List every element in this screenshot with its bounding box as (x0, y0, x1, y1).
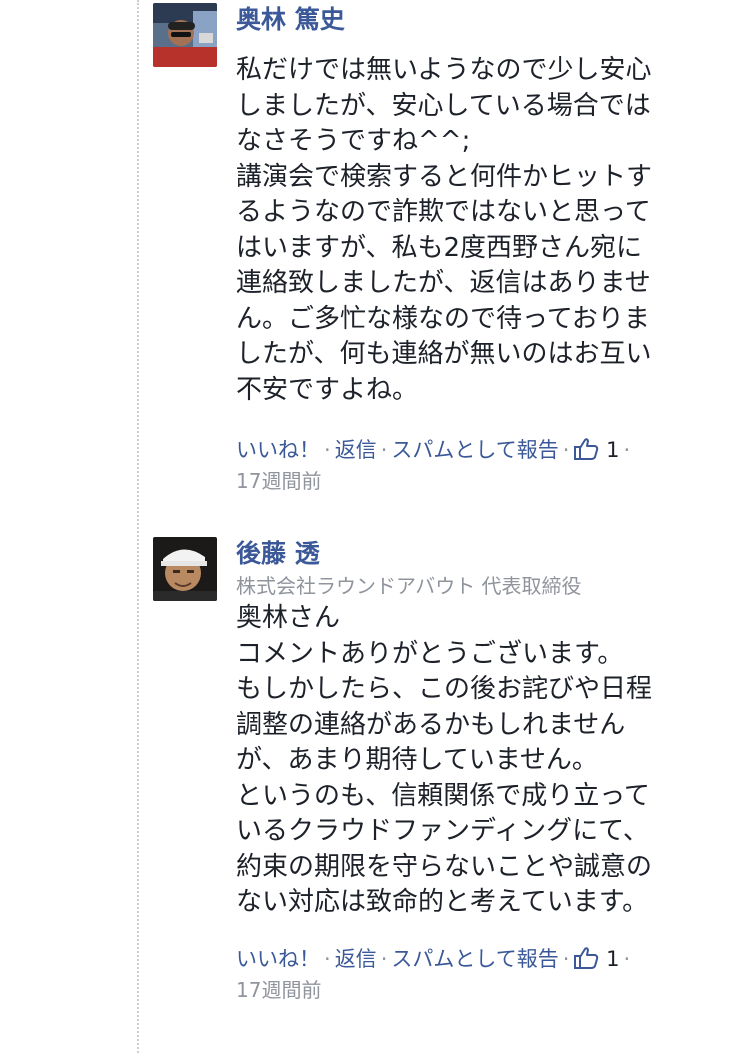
author-subtitle: 株式会社ラウンドアバウト 代表取締役 (236, 574, 582, 598)
reply-link[interactable]: 返信 (335, 438, 377, 462)
comment-timestamp[interactable]: 17週間前 (236, 975, 739, 1005)
report-spam-link[interactable]: スパムとして報告 (391, 438, 558, 462)
like-link[interactable]: いいね！ (236, 947, 320, 971)
separator: · (324, 946, 331, 971)
like-count[interactable]: 1 (606, 438, 619, 462)
reply-link[interactable]: 返信 (335, 947, 377, 971)
avatar[interactable] (153, 537, 217, 601)
comment-line: ない対応は致命的と考えています。 (236, 887, 649, 917)
comment-line: しましたが、安心している場合では (236, 90, 651, 121)
comment-line: 不安ですよね。 (236, 374, 419, 405)
avatar[interactable] (153, 3, 217, 67)
comment-text: 私だけでは無いようなので少し安心 しましたが、安心している場合では なさそうです… (236, 53, 739, 408)
comment-line: 連絡致しましたが、返信はありませ (236, 268, 651, 298)
comment-line: 約束の期限を守らないことや誠意の (236, 851, 653, 882)
comment-line: るようなので詐欺ではないと思って (236, 197, 651, 227)
comment-line: というのも、信頼関係で成り立って (236, 780, 650, 811)
report-spam-link[interactable]: スパムとして報告 (391, 947, 558, 971)
comment-line: いるクラウドファンディングにて、 (236, 816, 649, 846)
separator: · (324, 438, 331, 462)
comment-author[interactable]: 奥林 篤史 (236, 3, 739, 37)
comment-actions: いいね！ · 返信 · スパムとして報告 · 1 · (236, 434, 739, 466)
comment-line: もしかしたら、この後お詫びや日程 (236, 674, 653, 704)
comment-body: 後藤 透 株式会社ラウンドアバウト 代表取締役 奥林さん コメントありがとうござ… (236, 537, 739, 1005)
comment-body: 奥林 篤史 私だけでは無いようなので少し安心 しましたが、安心している場合では … (236, 3, 739, 496)
comment-line: が、あまり期待していません。 (236, 745, 598, 775)
comment-author[interactable]: 後藤 透 (236, 537, 739, 571)
comment-line: ん。ご多忙な様なので待っておりま (236, 303, 650, 334)
separator: · (380, 438, 388, 462)
comment-line: なさそうですね^^; (236, 126, 471, 156)
separator: · (562, 946, 570, 971)
thumbs-up-icon[interactable] (573, 437, 599, 470)
like-link[interactable]: いいね！ (236, 438, 320, 462)
separator: · (380, 946, 388, 971)
comment-line: 調整の連絡があるかもしれません (236, 709, 626, 740)
comment-line: したが、何も連絡が無いのはお互い (236, 339, 652, 369)
thread-indent-line (137, 0, 139, 1053)
separator: · (562, 438, 570, 462)
separator: · (623, 438, 631, 462)
comment-actions: いいね！ · 返信 · スパムとして報告 · 1 · (236, 943, 739, 975)
like-count[interactable]: 1 (606, 947, 619, 971)
comment-line: 私だけでは無いようなので少し安心 (236, 55, 652, 85)
comment-text: 奥林さん コメントありがとうございます。 もしかしたら、この後お詫びや日程 調整… (236, 601, 739, 921)
comment-timestamp[interactable]: 17週間前 (236, 466, 739, 496)
comment-line: はいますが、私も2度西野さん宛に (236, 232, 643, 263)
thumbs-up-icon[interactable] (573, 946, 599, 979)
comment-line: 奥林さん (236, 603, 341, 633)
comment-line: コメントありがとうございます。 (236, 638, 624, 669)
separator: · (623, 946, 631, 971)
comment-line: 講演会で検索すると何件かヒットす (236, 161, 653, 192)
